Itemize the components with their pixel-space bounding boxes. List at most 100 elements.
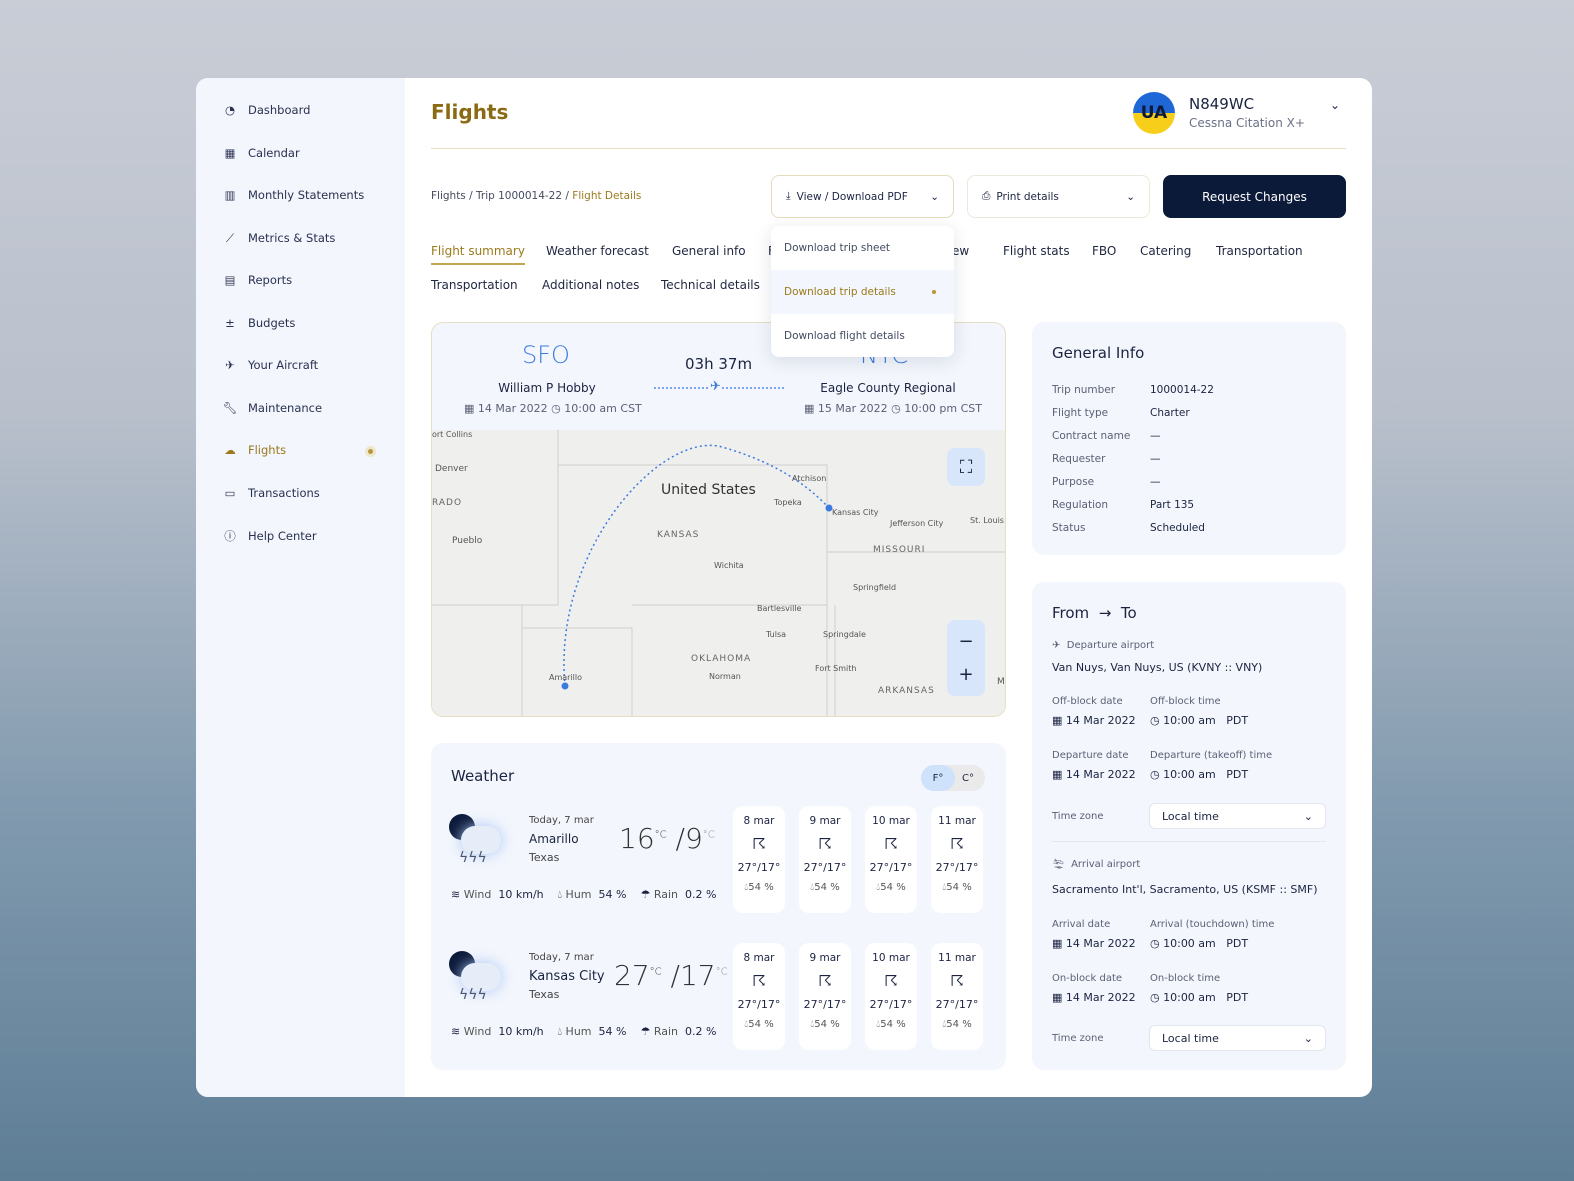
avatar[interactable]: UA <box>1133 92 1175 134</box>
tab-flight-stats[interactable]: Flight stats <box>1003 244 1070 258</box>
forecast-temp: 27°/17° <box>737 861 781 874</box>
thunderstorm-icon: ☈ <box>752 835 766 853</box>
sidebar-item-monthly-statements[interactable]: ▥ Monthly Statements <box>222 188 365 202</box>
forecast-date: 11 mar <box>938 952 976 964</box>
weather-city: Kansas City <box>529 969 605 984</box>
info-value: — <box>1150 476 1161 488</box>
sidebar-item-reports[interactable]: ▤ Reports <box>222 273 293 287</box>
tab-additional-notes[interactable]: Additional notes <box>542 278 639 292</box>
map-label: Pueblo <box>452 536 483 546</box>
timezone-select[interactable]: Local time ⌄ <box>1149 1025 1326 1051</box>
forecast-date: 9 mar <box>809 952 841 964</box>
sidebar-item-transactions[interactable]: ▭ Transactions <box>222 486 320 500</box>
date-label: Departure date <box>1052 750 1129 761</box>
fullscreen-button[interactable]: ⛶ <box>947 448 985 486</box>
aircraft-selector[interactable]: N849WC Cessna Citation X+ <box>1189 95 1305 130</box>
info-key: Trip number <box>1052 384 1116 396</box>
fahrenheit-option[interactable]: F° <box>921 765 955 791</box>
forecast-humidity: 💧︎54 % <box>810 882 840 893</box>
map-label: Jefferson City <box>890 519 944 528</box>
low-temp: 9 <box>684 822 703 855</box>
route-map[interactable]: United States KANSAS MISSOURI OKLAHOMA ARKAN… <box>432 430 1005 716</box>
tab-catering[interactable]: Catering <box>1140 244 1191 258</box>
date: 14 Mar 2022 <box>477 402 548 415</box>
sidebar-item-budgets[interactable]: ± Budgets <box>222 316 295 330</box>
forecast-humidity: 💧︎54 % <box>876 1019 906 1030</box>
weather-title: Weather <box>451 767 515 785</box>
tab-flight-summary[interactable]: Flight summary <box>431 244 525 265</box>
main: Flights UA N849WC Cessna Citation X+ ⌄ F… <box>405 78 1372 1097</box>
sidebar-item-maintenance[interactable]: 🔧︎ Maintenance <box>222 401 322 415</box>
map-label: St. Louis <box>970 516 1004 525</box>
thunderstorm-icon: ☈ <box>818 835 832 853</box>
tab-weather-forecast[interactable]: Weather forecast <box>546 244 649 258</box>
time-label: Arrival (touchdown) time <box>1150 919 1275 930</box>
sidebar-item-help-center[interactable]: ⓘ Help Center <box>222 528 316 544</box>
weather-date: Today, 7 mar <box>529 815 594 826</box>
map-label: RADO <box>432 498 463 508</box>
weather-stats: ≋ Wind 10 km/h 💧︎ Hum 54 % ☂ Rain 0.2 % <box>451 1025 716 1039</box>
forecast-humidity: 💧︎54 % <box>744 1019 774 1030</box>
date-value: ▦ 14 Mar 2022 <box>1052 768 1136 781</box>
map-label: United States <box>661 482 756 498</box>
tab-fbo[interactable]: FBO <box>1092 244 1116 258</box>
label: Wind <box>463 1025 492 1038</box>
sidebar-item-metrics-stats[interactable]: ⟋ Metrics & Stats <box>222 231 335 246</box>
weather-card: Weather F° C° ϟϟϟ Today, 7 mar Amarillo Tex… <box>431 743 1006 1070</box>
sidebar-item-label: Calendar <box>248 145 300 160</box>
dropdown-item-0[interactable]: Download trip sheet <box>771 226 954 270</box>
forecast-temp: 27°/17° <box>935 998 979 1011</box>
dropdown-item-1[interactable]: Download trip details <box>771 270 954 314</box>
map-label: M <box>997 677 1005 687</box>
time-label: Off-block time <box>1150 696 1221 707</box>
value: 14 Mar 2022 <box>1065 991 1136 1004</box>
humidity-value: 54 % <box>598 888 627 901</box>
dropdown-item-2[interactable]: Download flight details <box>771 314 954 357</box>
sidebar-item-flights[interactable]: ☁ Flights <box>222 443 286 457</box>
breadcrumb-flights[interactable]: Flights <box>431 190 466 202</box>
zoom-out-button[interactable]: − <box>958 631 973 652</box>
weather-date: Today, 7 mar <box>529 952 594 963</box>
sidebar-item-label: Dashboard <box>248 103 311 117</box>
map-label: Denver <box>435 464 468 474</box>
tab-technical-details[interactable]: Technical details <box>661 278 760 292</box>
timezone-select[interactable]: Local time ⌄ <box>1149 803 1326 829</box>
zoom-in-button[interactable]: + <box>958 664 973 685</box>
chevron-down-icon[interactable]: ⌄ <box>1330 98 1340 112</box>
sep: / <box>469 190 473 202</box>
general-info-title: General Info <box>1052 344 1145 362</box>
tab-general-info[interactable]: General info <box>672 244 746 258</box>
info-row: Trip number 1000014-22 <box>1052 384 1214 396</box>
unit: °C <box>715 966 728 978</box>
forecast-temp: 27°/17° <box>869 998 913 1011</box>
from-to-card: From → To ✈ Departure airport Van Nuys, … <box>1032 582 1346 1070</box>
sidebar-item-dashboard[interactable]: ◔ Dashboard <box>222 103 310 117</box>
value: 14 Mar 2022 <box>1065 768 1136 781</box>
info-key: Flight type <box>1052 407 1109 419</box>
value: 54 % <box>880 882 906 893</box>
download-pdf-button[interactable]: ⤓ View / Download PDF ⌄ <box>771 175 954 218</box>
origin-code: SFO <box>522 341 570 369</box>
print-details-button[interactable]: ⎙ Print details ⌄ <box>967 175 1150 218</box>
arrival-datetime: ▦ 15 Mar 2022 ◷ 10:00 pm CST <box>804 402 983 415</box>
tab-transportation[interactable]: Transportation <box>431 278 518 292</box>
map-label: Atchison <box>792 474 827 483</box>
info-value: 1000014-22 <box>1150 384 1214 396</box>
info-value: Scheduled <box>1150 522 1205 534</box>
info-row: Requester — <box>1052 453 1161 465</box>
forecast-day: 10 mar ☈ 27°/17° 💧︎54 % <box>865 806 917 913</box>
unit-toggle[interactable]: F° C° <box>921 765 985 791</box>
to: To <box>1120 604 1137 622</box>
sidebar-item-label: Metrics & Stats <box>248 231 336 245</box>
unit: °C <box>654 829 667 841</box>
value: 14 Mar 2022 <box>1065 937 1136 950</box>
tab-transportation[interactable]: Transportation <box>1216 244 1303 258</box>
sidebar-item-label: Your Aircraft <box>248 358 319 372</box>
sidebar-item-your-aircraft[interactable]: ✈ Your Aircraft <box>222 358 318 372</box>
wind-value: 10 km/h <box>498 888 544 901</box>
sidebar-item-calendar[interactable]: ▦ Calendar <box>222 146 300 160</box>
celsius-option[interactable]: C° <box>951 765 985 791</box>
request-changes-button[interactable]: Request Changes <box>1163 175 1346 218</box>
breadcrumb-trip[interactable]: Trip 1000014-22 <box>476 190 562 202</box>
info-key: Requester <box>1052 453 1106 465</box>
